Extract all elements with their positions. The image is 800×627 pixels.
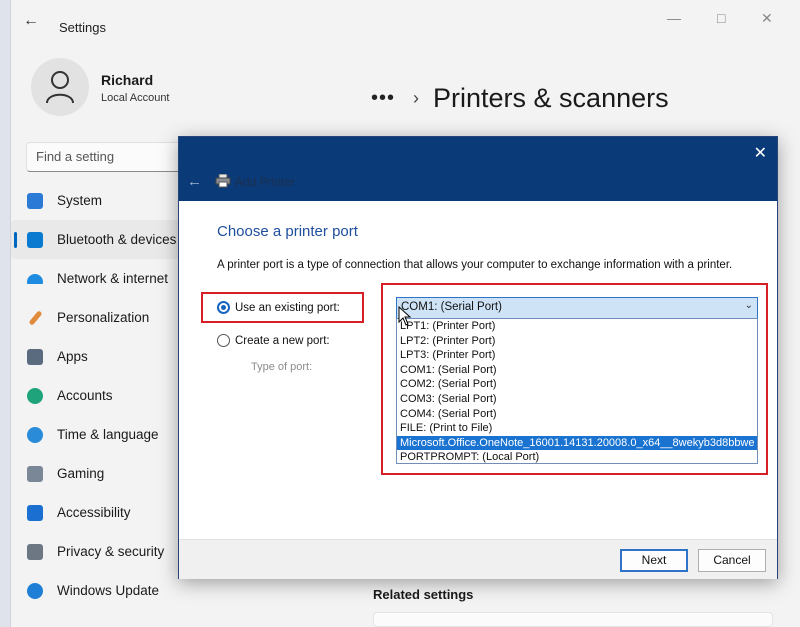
page-title: Printers & scanners: [433, 82, 669, 113]
port-dropdown-list[interactable]: LPT1: (Printer Port) LPT2: (Printer Port)…: [396, 318, 758, 464]
port-option[interactable]: LPT2: (Printer Port): [397, 334, 757, 349]
close-icon[interactable]: ✕: [761, 10, 773, 27]
port-option[interactable]: LPT1: (Printer Port): [397, 319, 757, 334]
sidebar-item[interactable]: Accounts: [11, 376, 191, 415]
mouse-cursor-icon: [398, 306, 412, 326]
port-option[interactable]: COM4: (Serial Port): [397, 407, 757, 422]
shield-icon: [27, 543, 43, 560]
sidebar-item[interactable]: Privacy & security: [11, 532, 191, 571]
sidebar-item[interactable]: Bluetooth & devices: [11, 220, 191, 259]
account-type: Local Account: [101, 92, 170, 104]
brush-icon: [28, 309, 43, 326]
sidebar-item[interactable]: Time & language: [11, 415, 191, 454]
add-printer-dialog: ✕ ← Add Printer Choose a printer port A …: [178, 136, 778, 579]
dialog-description: A printer port is a type of connection t…: [217, 259, 733, 271]
radio-checked[interactable]: [217, 301, 230, 314]
port-option[interactable]: COM2: (Serial Port): [397, 377, 757, 392]
sidebar-item[interactable]: Personalization: [11, 298, 191, 337]
sidebar-item[interactable]: Windows Update: [11, 571, 191, 610]
avatar: [31, 58, 89, 116]
cancel-button[interactable]: Cancel: [698, 549, 766, 572]
title-bar: ← Settings — □ ✕: [11, 0, 800, 40]
app-title: Settings: [59, 20, 106, 35]
system-icon: [27, 192, 43, 209]
sidebar-item-label: Gaming: [57, 466, 105, 481]
port-option[interactable]: FILE: (Print to File): [397, 421, 757, 436]
minimize-icon[interactable]: —: [667, 10, 681, 26]
dialog-body: Choose a printer port A printer port is …: [179, 201, 777, 539]
related-settings-heading: Related settings: [373, 587, 474, 602]
port-option[interactable]: PORTPROMPT: (Local Port): [397, 450, 757, 463]
dialog-header: ✕ ← Add Printer: [179, 137, 777, 201]
wifi-icon: [27, 273, 43, 284]
create-new-port-label: Create a new port:: [235, 334, 330, 347]
next-button[interactable]: Next: [620, 549, 688, 572]
sidebar-item-label: Apps: [57, 349, 88, 364]
sidebar-item-label: Time & language: [57, 427, 159, 442]
sidebar-item-label: Privacy & security: [57, 544, 165, 559]
sidebar-item[interactable]: Accessibility: [11, 493, 191, 532]
bluetooth-icon: [27, 231, 43, 248]
user-name: Richard: [101, 72, 154, 88]
sidebar-item-label: System: [57, 193, 103, 208]
sidebar-item[interactable]: Gaming: [11, 454, 191, 493]
sidebar-item[interactable]: System: [11, 181, 191, 220]
breadcrumb: ••• › Printers & scanners: [371, 80, 669, 116]
dialog-close-icon[interactable]: ✕: [754, 143, 767, 163]
port-select-value: COM1: (Serial Port): [401, 301, 502, 313]
sidebar-nav: System Bluetooth & devices Network & inter…: [11, 181, 191, 610]
dialog-heading: Choose a printer port: [217, 223, 358, 240]
use-existing-port-label: Use an existing port:: [235, 301, 340, 314]
radio-unchecked[interactable]: [217, 334, 230, 347]
chevron-down-icon[interactable]: ⌄: [745, 300, 753, 311]
port-option[interactable]: Microsoft.Office.OneNote_16001.14131.200…: [397, 435, 757, 451]
sidebar-item-label: Network & internet: [57, 271, 169, 286]
user-icon: [46, 71, 74, 104]
maximize-icon[interactable]: □: [717, 10, 725, 26]
create-new-port-radio[interactable]: Create a new port:: [217, 334, 330, 347]
chevron-right-icon: ›: [413, 87, 420, 108]
globe-clock-icon: [27, 426, 43, 443]
use-existing-port-radio[interactable]: Use an existing port:: [217, 301, 340, 314]
dialog-footer: Next Cancel: [179, 539, 777, 579]
sidebar-item[interactable]: Apps: [11, 337, 191, 376]
sidebar-item-label: Windows Update: [57, 583, 160, 598]
sidebar-item-label: Bluetooth & devices: [57, 232, 177, 247]
update-icon: [27, 582, 43, 599]
sidebar-item-label: Accessibility: [57, 505, 131, 520]
sidebar-item[interactable]: Network & internet: [11, 259, 191, 298]
related-settings-card[interactable]: [373, 612, 773, 627]
back-arrow-icon[interactable]: ←: [23, 13, 41, 29]
accounts-icon: [27, 387, 43, 404]
printer-icon: [215, 174, 231, 188]
port-option[interactable]: COM1: (Serial Port): [397, 363, 757, 378]
port-option[interactable]: LPT3: (Printer Port): [397, 348, 757, 363]
breadcrumb-more-button[interactable]: •••: [371, 87, 395, 110]
type-of-port-label: Type of port:: [251, 361, 313, 373]
apps-icon: [27, 348, 43, 365]
dialog-title: Add Printer: [235, 175, 296, 189]
gamepad-icon: [27, 465, 43, 482]
sidebar-item-label: Accounts: [57, 388, 113, 403]
accessibility-icon: [27, 504, 43, 521]
port-select[interactable]: COM1: (Serial Port) ⌄: [396, 297, 758, 319]
sidebar-item-label: Personalization: [57, 310, 150, 325]
dialog-back-arrow-icon[interactable]: ←: [187, 173, 202, 190]
port-option[interactable]: COM3: (Serial Port): [397, 392, 757, 407]
